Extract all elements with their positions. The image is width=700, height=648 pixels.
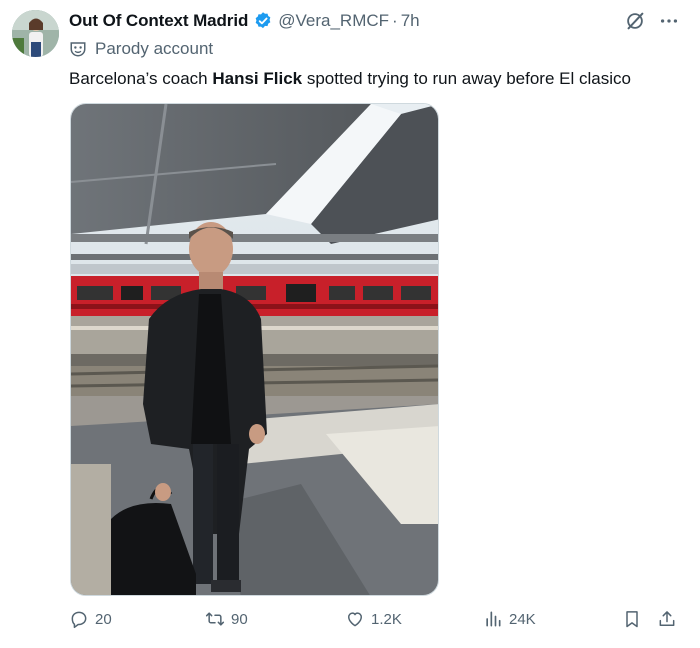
avatar-image: [12, 10, 59, 57]
handle[interactable]: @Vera_RMCF: [278, 11, 389, 31]
grok-icon[interactable]: [624, 10, 646, 32]
retweet-button[interactable]: 90: [205, 609, 248, 629]
views-count: 24K: [509, 610, 536, 628]
bookmark-button[interactable]: [622, 609, 642, 629]
photo-scene: [71, 104, 438, 595]
bookmark-icon: [626, 611, 638, 628]
like-icon: [348, 612, 362, 627]
display-name[interactable]: Out Of Context Madrid: [69, 11, 248, 31]
verified-icon: [253, 11, 273, 31]
views-button[interactable]: 24K: [483, 609, 536, 629]
parody-mask-icon: [69, 40, 87, 58]
tweet-text-bold: Hansi Flick: [212, 69, 303, 88]
avatar[interactable]: [12, 10, 59, 57]
views-icon: [486, 611, 501, 627]
share-icon: [659, 611, 675, 626]
retweet-icon: [205, 612, 225, 626]
retweet-count: 90: [231, 610, 248, 628]
parody-label-text: Parody account: [95, 39, 214, 58]
share-button[interactable]: [657, 609, 677, 629]
separator-dot: ·: [392, 11, 398, 30]
tweet-photo[interactable]: [70, 103, 439, 596]
reply-icon: [71, 611, 87, 629]
tweet-text-part: Barcelona’s coach: [69, 69, 213, 88]
more-icon[interactable]: [658, 10, 680, 32]
header-actions: [624, 10, 680, 32]
reply-button[interactable]: 20: [69, 609, 112, 629]
reply-count: 20: [95, 610, 112, 628]
like-button[interactable]: 1.2K: [345, 609, 402, 629]
tweet-actions: 20 90 1.2K 24K: [69, 609, 681, 639]
tweet-text: Barcelona’s coach Hansi Flick spotted tr…: [69, 68, 631, 90]
like-count: 1.2K: [371, 610, 402, 628]
parody-label: Parody account: [69, 39, 213, 59]
tweet-text-part: spotted trying to run away before El cla…: [302, 69, 631, 88]
timestamp[interactable]: 7h: [401, 11, 420, 31]
tweet-header: Out Of Context Madrid @Vera_RMCF · 7h: [69, 10, 680, 32]
